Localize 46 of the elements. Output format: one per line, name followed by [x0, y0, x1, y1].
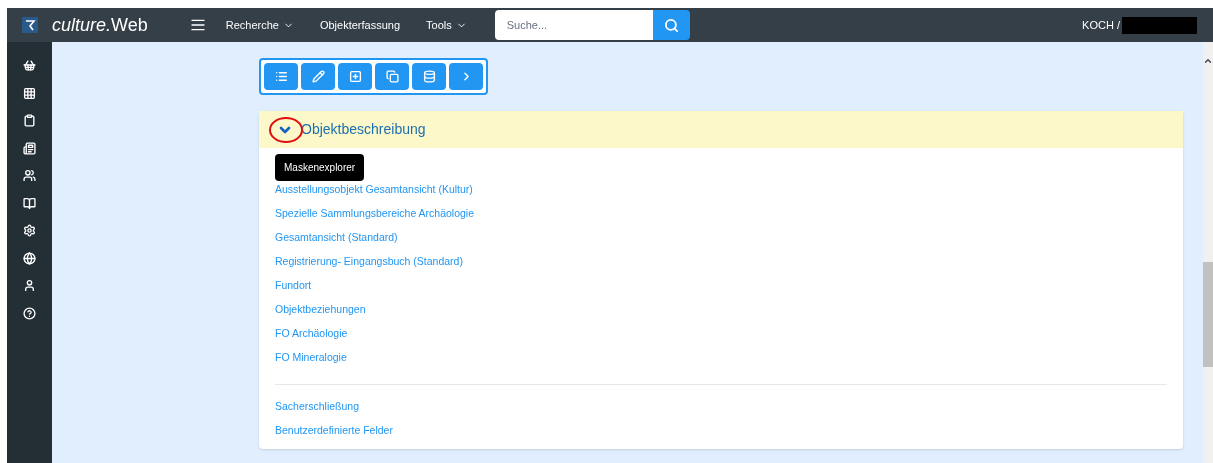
form-link[interactable]: FO Archäologie — [275, 326, 348, 342]
user-name[interactable]: KOCH / — [1082, 16, 1120, 34]
plus-icon — [348, 70, 362, 83]
form-link[interactable]: Gesamtansicht (Standard) — [275, 230, 398, 246]
form-link[interactable]: Ausstellungsobjekt Gesamtansicht (Kultur) — [275, 182, 473, 198]
search-field[interactable]: Suche... — [494, 10, 653, 40]
basket-icon[interactable] — [23, 59, 36, 72]
tooltip: Maskenexplorer — [275, 154, 365, 181]
scroll-up-icon[interactable] — [1203, 56, 1213, 66]
brand-name[interactable]: culture.Web — [52, 11, 148, 39]
delete-record-button[interactable] — [412, 63, 446, 90]
add-button[interactable] — [338, 63, 372, 90]
form-link[interactable]: Fundort — [275, 278, 312, 294]
scroll-thumb[interactable] — [1203, 262, 1213, 367]
settings-icon[interactable] — [23, 224, 36, 237]
search-button[interactable] — [652, 10, 690, 40]
search-icon — [663, 17, 679, 33]
nav-menu[interactable]: Objekterfassung — [319, 16, 401, 34]
circle-annotation — [268, 115, 304, 144]
section-title: Objektbeschreibung — [301, 120, 426, 139]
form-link[interactable]: Benutzerdefinierte Felder — [275, 423, 393, 439]
list-icon — [274, 70, 288, 83]
edit-button[interactable] — [301, 63, 335, 90]
form-link[interactable]: Registrierung- Eingangsbuch (Standard) — [275, 254, 463, 270]
form-link[interactable]: Spezielle Sammlungsbereiche Archäologie — [275, 206, 475, 222]
form-link[interactable]: Sacherschließung — [275, 399, 360, 415]
nav-menu[interactable]: Tools — [426, 16, 467, 34]
pencil-icon — [311, 70, 325, 83]
newspaper-icon[interactable] — [23, 141, 36, 155]
people-icon[interactable] — [23, 169, 36, 182]
copy-icon — [385, 70, 399, 83]
grid-icon[interactable] — [23, 86, 36, 100]
list-button[interactable] — [264, 63, 298, 90]
form-link[interactable]: Objektbeziehungen — [275, 302, 366, 318]
help-icon[interactable] — [23, 306, 36, 320]
logo-icon — [21, 17, 38, 33]
person-icon[interactable] — [23, 279, 36, 292]
copy-button[interactable] — [375, 63, 409, 90]
clipboard-icon[interactable] — [23, 114, 36, 127]
form-link[interactable]: FO Mineralogie — [275, 350, 347, 366]
menu-icon[interactable] — [189, 17, 206, 33]
book-icon[interactable] — [23, 196, 36, 210]
section-header[interactable]: Objektbeschreibung — [259, 111, 1183, 148]
database-icon — [422, 70, 436, 83]
nav-menu[interactable]: Recherche — [225, 16, 294, 34]
globe-icon[interactable] — [23, 251, 36, 265]
